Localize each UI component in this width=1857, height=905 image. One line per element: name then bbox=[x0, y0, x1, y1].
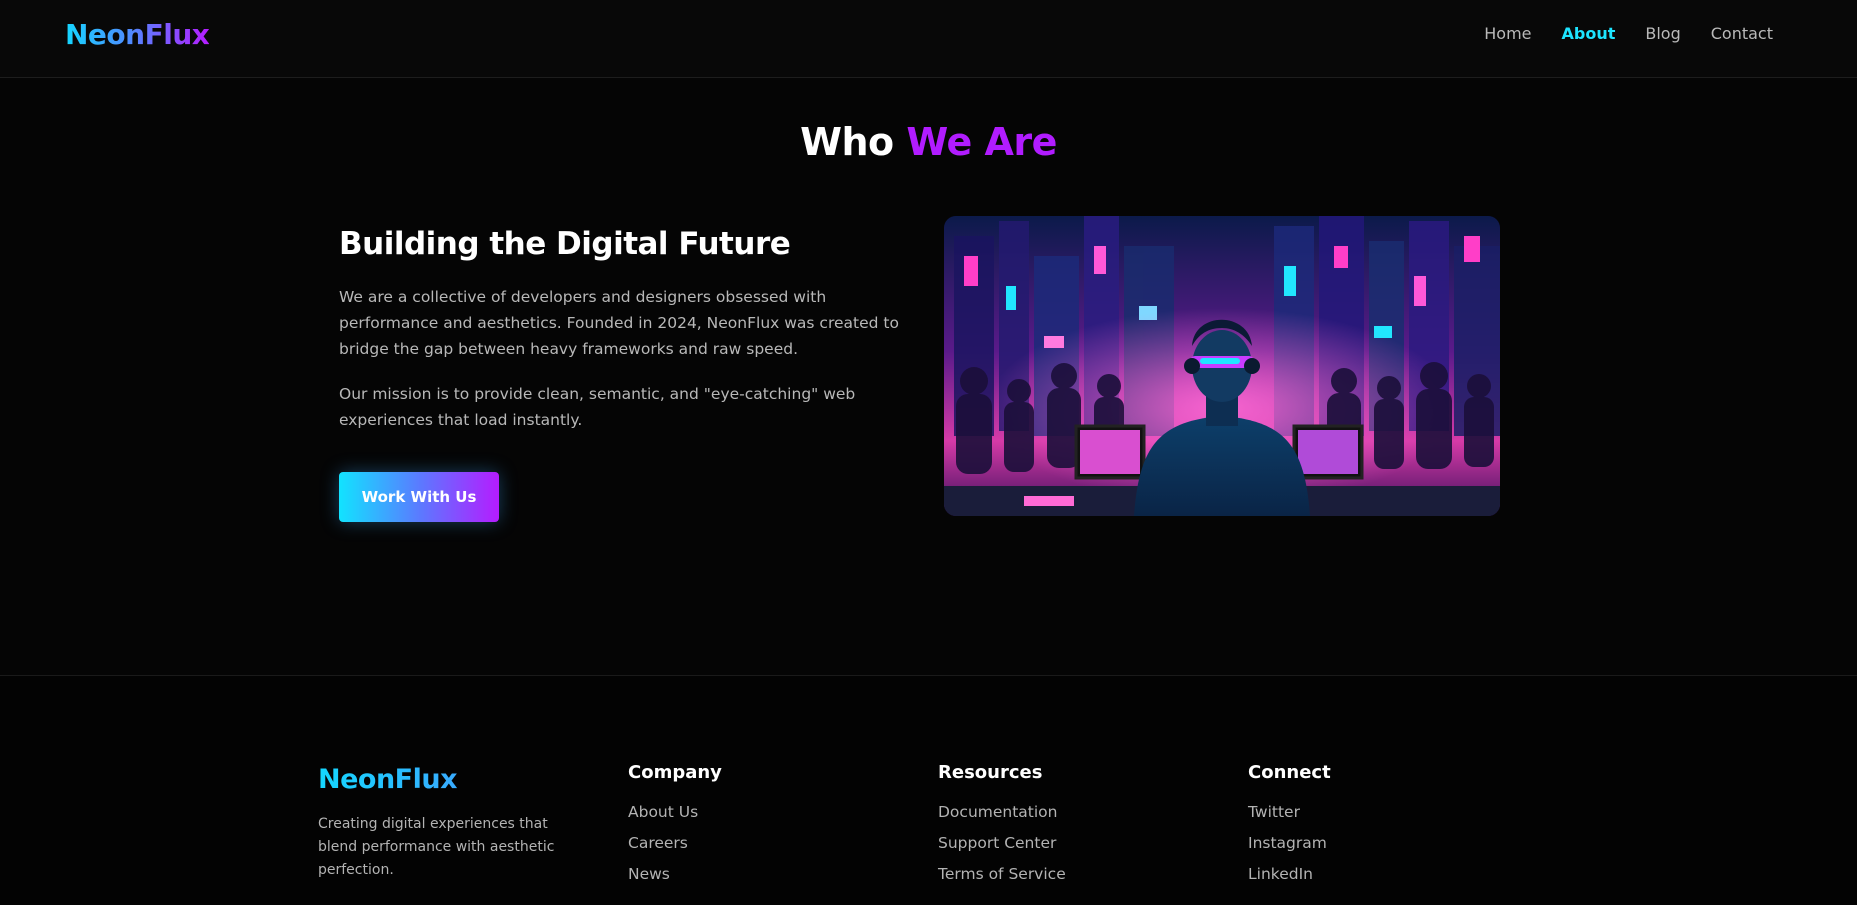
footer-logo[interactable]: NeonFlux bbox=[318, 764, 588, 795]
footer-link-about-us[interactable]: About Us bbox=[628, 803, 868, 821]
footer-link-careers[interactable]: Careers bbox=[628, 834, 868, 852]
about-heading: Building the Digital Future bbox=[339, 226, 791, 262]
footer-column-heading: Company bbox=[628, 762, 722, 783]
cyberpunk-city-illustration bbox=[944, 216, 1500, 516]
footer-column-heading: Resources bbox=[938, 762, 1043, 783]
footer-link-twitter[interactable]: Twitter bbox=[1248, 803, 1488, 821]
about-paragraph-1: We are a collective of developers and de… bbox=[339, 288, 899, 358]
section-title: Who We Are bbox=[0, 120, 1857, 164]
nav-link-blog[interactable]: Blog bbox=[1645, 24, 1680, 43]
main-nav: Home About Blog Contact bbox=[1484, 24, 1773, 43]
site-logo[interactable]: NeonFlux bbox=[65, 18, 210, 51]
footer-link-news[interactable]: News bbox=[628, 865, 868, 883]
illustration-graphic bbox=[944, 216, 1500, 516]
footer-column-company: Company About Us Careers News bbox=[628, 762, 868, 896]
site-header: NeonFlux Home About Blog Contact bbox=[0, 0, 1857, 78]
footer-link-instagram[interactable]: Instagram bbox=[1248, 834, 1488, 852]
footer-link-linkedin[interactable]: LinkedIn bbox=[1248, 865, 1488, 883]
nav-link-contact[interactable]: Contact bbox=[1711, 24, 1773, 43]
footer-link-terms-of-service[interactable]: Terms of Service bbox=[938, 865, 1178, 883]
section-title-accent: We Are bbox=[906, 120, 1057, 164]
section-title-main: Who bbox=[800, 120, 894, 164]
footer-link-support-center[interactable]: Support Center bbox=[938, 834, 1178, 852]
work-with-us-button[interactable]: Work With Us bbox=[339, 472, 499, 522]
about-text-block: Building the Digital Future We are a col… bbox=[339, 226, 909, 522]
footer-brand: NeonFlux Creating digital experiences th… bbox=[318, 764, 588, 882]
footer-link-documentation[interactable]: Documentation bbox=[938, 803, 1178, 821]
about-paragraph-2: Our mission is to provide clean, semanti… bbox=[339, 385, 856, 429]
footer-column-heading: Connect bbox=[1248, 762, 1331, 783]
site-footer: NeonFlux Creating digital experiences th… bbox=[0, 675, 1857, 905]
footer-tagline: Creating digital experiences that blend … bbox=[318, 816, 555, 878]
footer-column-connect: Connect Twitter Instagram LinkedIn bbox=[1248, 762, 1488, 896]
nav-link-home[interactable]: Home bbox=[1484, 24, 1531, 43]
nav-link-about[interactable]: About bbox=[1562, 24, 1616, 43]
footer-column-resources: Resources Documentation Support Center T… bbox=[938, 762, 1178, 896]
